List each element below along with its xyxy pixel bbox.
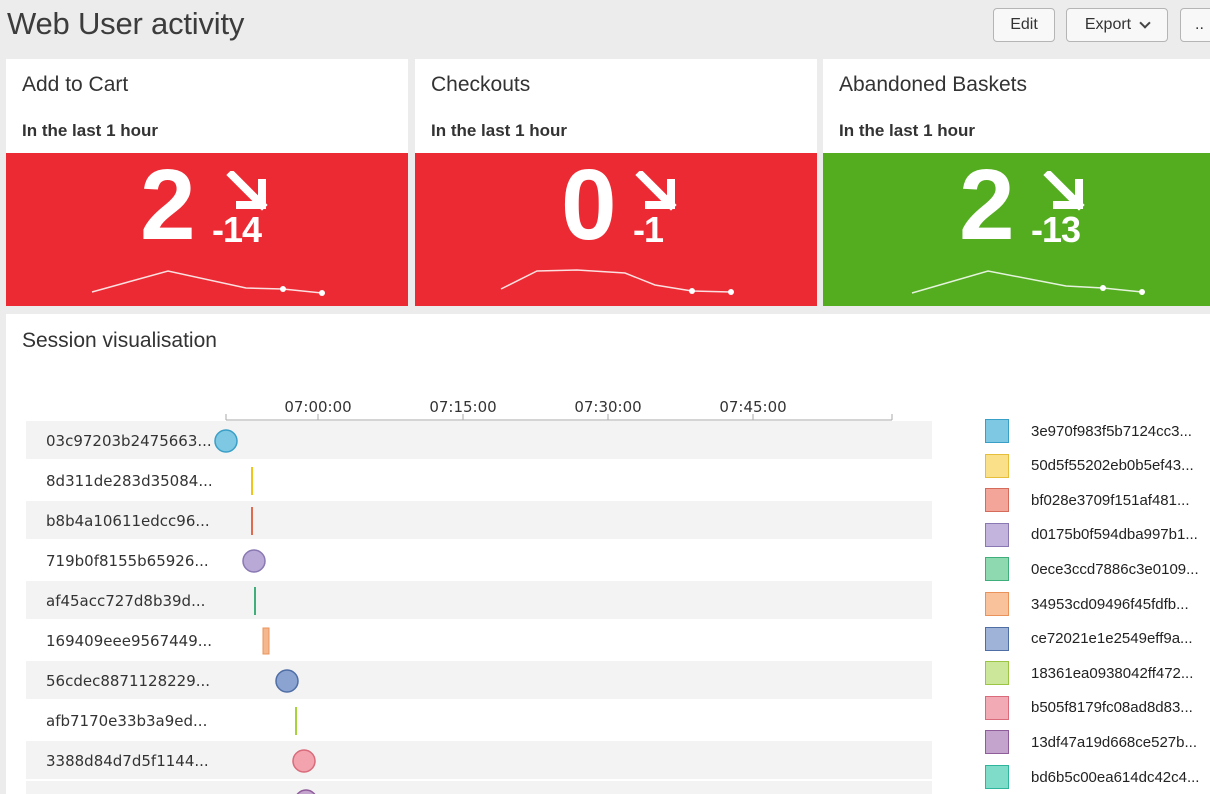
legend-swatch <box>985 592 1009 616</box>
panel-title: Add to Cart <box>22 73 129 96</box>
row-label: af45acc727d8b39d... <box>46 592 205 610</box>
legend-label: bf028e3709f151af481... <box>1031 491 1190 509</box>
legend-label: d0175b0f594dba997b1... <box>1031 526 1198 544</box>
legend-label: b505f8179fc08ad8d83... <box>1031 699 1193 717</box>
sparkline-point <box>689 288 695 294</box>
chevron-down-icon <box>1139 17 1151 29</box>
legend-label: 13df47a19d668ce527b... <box>1031 733 1197 751</box>
panel-subtitle: In the last 1 hour <box>839 121 976 140</box>
legend-label: 3e970f983f5b7124cc3... <box>1031 422 1192 440</box>
more-button[interactable]: .. <box>1180 8 1210 42</box>
x-axis-tick-label: 07:30:00 <box>574 398 641 416</box>
single-value-box[interactable]: 2 -13 <box>823 153 1210 306</box>
sparkline-point <box>319 290 325 296</box>
single-value-box[interactable]: 0 -1 <box>415 153 817 306</box>
legend-item[interactable]: b505f8179fc08ad8d83... <box>985 695 1193 721</box>
legend-item[interactable]: bf028e3709f151af481... <box>985 487 1189 513</box>
sparkline <box>91 270 325 296</box>
legend-item[interactable]: d0175b0f594dba997b1... <box>985 522 1198 548</box>
row-label: 03c97203b2475663... <box>46 432 212 450</box>
x-axis-tick-label: 07:45:00 <box>719 398 786 416</box>
session-marker <box>214 429 238 453</box>
legend-item[interactable]: 50d5f55202eb0b5ef43... <box>985 453 1194 479</box>
legend-label: ce72021e1e2549eff9a... <box>1031 630 1193 648</box>
row-label: 56cdec8871128229... <box>46 672 210 690</box>
export-button-label: Export <box>1084 16 1132 33</box>
x-axis-tick-label: 07:00:00 <box>284 398 351 416</box>
sparkline-point <box>1100 285 1106 291</box>
session-timeline-chart: 07:00:00 07:15:00 07:30:00 07:45:00 03c97203… <box>26 398 932 794</box>
session-marker <box>292 749 316 773</box>
x-axis-tick-label: 07:15:00 <box>429 398 496 416</box>
legend-item[interactable]: 0ece3ccd7886c3e0109... <box>985 556 1199 582</box>
single-value-box[interactable]: 2 -14 <box>6 153 408 306</box>
session-marker <box>262 627 270 655</box>
panel-checkouts: Checkouts In the last 1 hour 0 -1 <box>415 59 817 306</box>
legend-label: 0ece3ccd7886c3e0109... <box>1031 560 1199 578</box>
sparkline-point <box>728 289 734 295</box>
legend-label: 50d5f55202eb0b5ef43... <box>1031 457 1194 475</box>
legend-item[interactable]: 18361ea0938042ff472... <box>985 660 1193 686</box>
legend-swatch <box>985 626 1009 651</box>
panel-subtitle: In the last 1 hour <box>22 121 159 140</box>
row-label: 169409eee9567449... <box>46 632 212 650</box>
panel-add-to-cart: Add to Cart In the last 1 hour 2 -14 <box>6 59 408 306</box>
session-marker <box>275 669 299 693</box>
edit-button-label: Edit <box>1010 16 1038 33</box>
more-button-label: .. <box>1195 16 1204 33</box>
panel-subtitle: In the last 1 hour <box>431 121 568 140</box>
panel-abandoned-baskets: Abandoned Baskets In the last 1 hour 2 -… <box>823 59 1210 306</box>
row-label: afb7170e33b3a9ed... <box>46 712 207 730</box>
row-label: 8d311de283d35084... <box>46 472 213 490</box>
legend-swatch <box>985 522 1009 547</box>
sparkline <box>500 269 734 295</box>
legend-label: 18361ea0938042ff472... <box>1031 664 1194 682</box>
page-title: Web User activity <box>7 6 245 41</box>
legend-swatch <box>985 419 1009 443</box>
legend-swatch <box>985 661 1009 686</box>
legend-item[interactable]: 3e970f983f5b7124cc3... <box>985 418 1192 444</box>
legend-label: 34953cd09496f45fdfb... <box>1031 595 1189 613</box>
legend-swatch <box>985 453 1009 478</box>
legend-swatch <box>985 730 1009 755</box>
panel-title: Abandoned Baskets <box>839 73 1027 96</box>
legend-label: bd6b5c00ea614dc42c4... <box>1031 768 1200 786</box>
legend-swatch <box>985 557 1009 582</box>
legend-swatch <box>985 695 1009 720</box>
row-label: 719b0f8155b65926... <box>46 552 209 570</box>
panel-title: Checkouts <box>431 73 531 96</box>
legend-swatch <box>985 765 1009 789</box>
legend-item[interactable]: bd6b5c00ea614dc42c4... <box>985 764 1199 790</box>
legend-item[interactable]: ce72021e1e2549eff9a... <box>985 626 1193 652</box>
export-button[interactable]: Export <box>1066 8 1168 42</box>
sparkline <box>911 270 1145 295</box>
legend-item[interactable]: 34953cd09496f45fdfb... <box>985 591 1189 617</box>
row-label: 3388d84d7d5f1144... <box>46 752 209 770</box>
edit-button[interactable]: Edit <box>993 8 1055 42</box>
row-label: b8b4a10611edcc96... <box>46 512 210 530</box>
legend-item[interactable]: 13df47a19d668ce527b... <box>985 729 1197 755</box>
sparkline-point <box>1139 289 1145 295</box>
sparkline-point <box>280 286 286 292</box>
session-marker <box>242 549 266 573</box>
panel-session-visualisation: Session visualisation 07:00:00 07:15:00 07… <box>6 314 1210 794</box>
table-row <box>26 781 932 794</box>
legend-swatch <box>985 488 1009 513</box>
